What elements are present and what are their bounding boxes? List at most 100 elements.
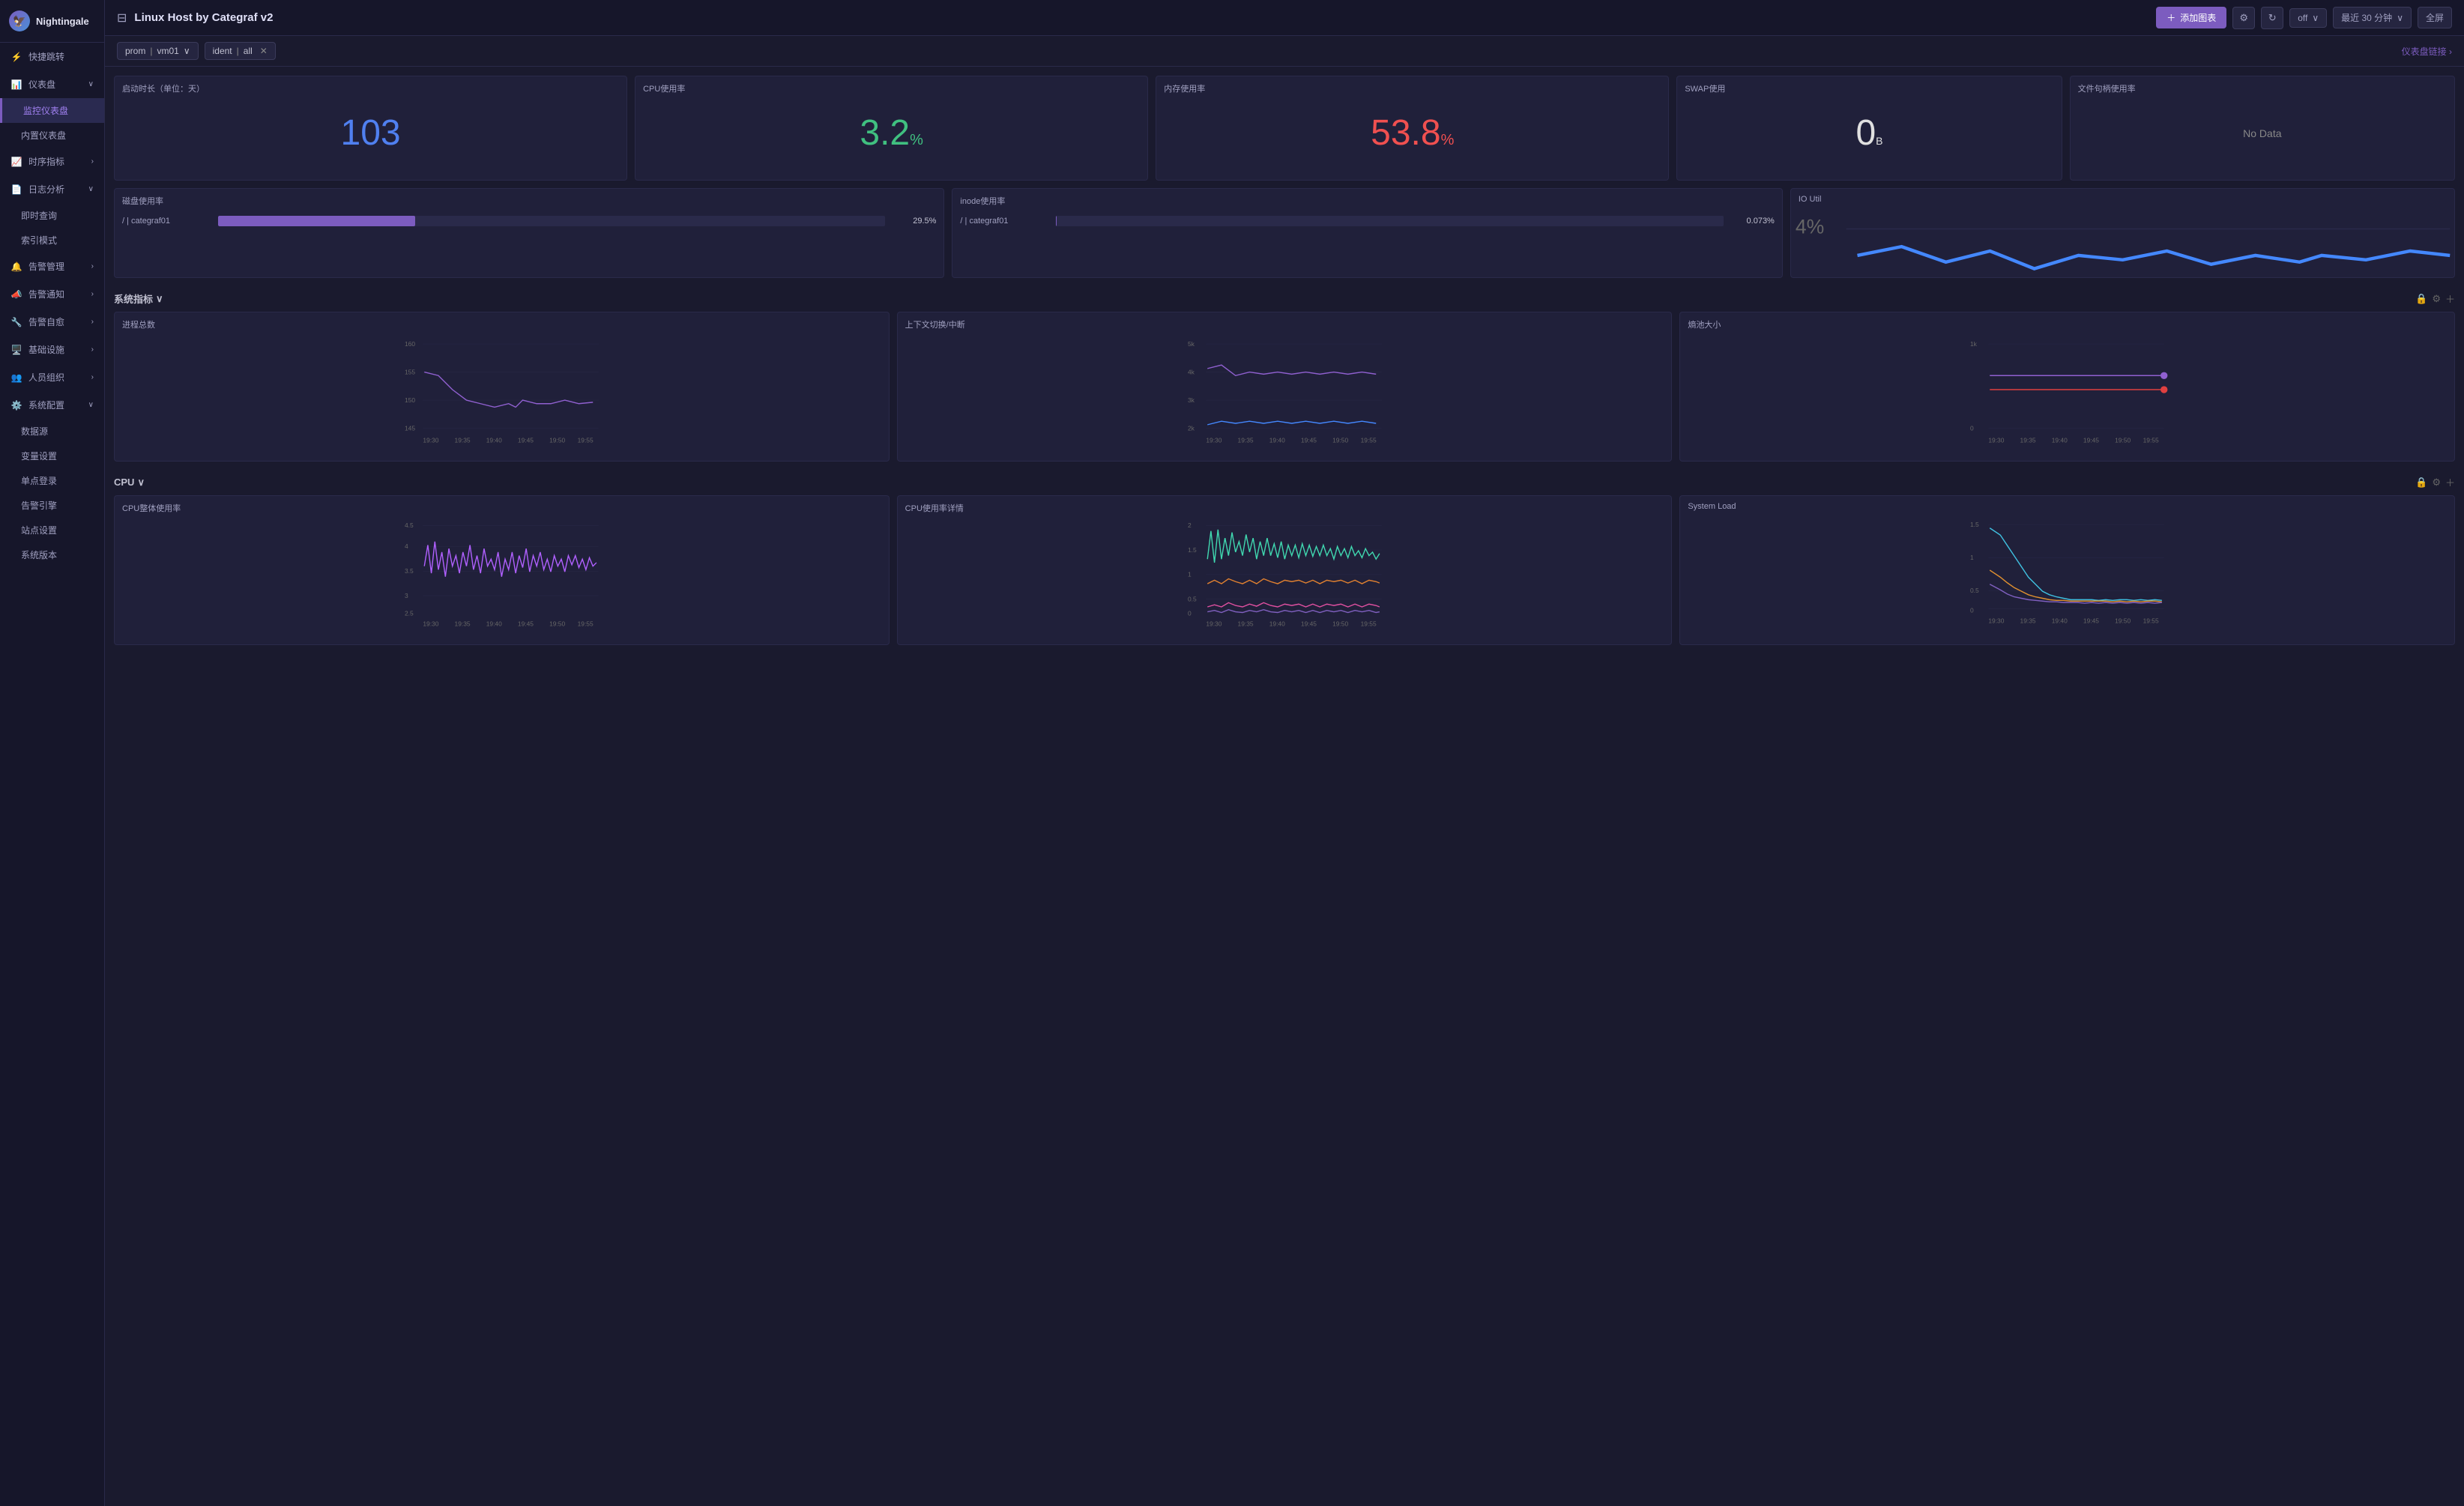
sidebar-item-system-config[interactable]: ⚙️ 系统配置 ∨ [0, 391, 104, 419]
svg-text:0: 0 [1188, 609, 1192, 617]
sidebar-sub-label: 变量设置 [21, 451, 57, 462]
cache-size-svg: 1k 0 19:30 19:35 19:40 19:45 19:50 [1680, 333, 2454, 446]
sidebar-item-instant-query[interactable]: 即时查询 [0, 203, 104, 228]
svg-text:19:30: 19:30 [1989, 617, 2005, 624]
sidebar-item-log-analysis[interactable]: 📄 日志分析 ∨ [0, 175, 104, 203]
sidebar-sub-label: 监控仪表盘 [23, 106, 68, 116]
fullscreen-button[interactable]: 全屏 [2418, 7, 2452, 28]
sidebar-item-sso[interactable]: 单点登录 [0, 468, 104, 493]
svg-text:19:45: 19:45 [2083, 617, 2099, 624]
sidebar-item-label: 仪表盘 [28, 78, 55, 91]
sidebar-item-label: 人员组织 [28, 371, 64, 384]
cpu-settings-button[interactable]: ⚙ [2432, 475, 2441, 489]
settings-button[interactable]: ⚙ [2232, 7, 2255, 29]
sidebar-item-timeseries[interactable]: 📈 时序指标 › [0, 148, 104, 175]
svg-text:19:45: 19:45 [518, 436, 534, 444]
uptime-panel: 启动时长（单位：天） 103 [114, 76, 627, 181]
chevron-down-icon[interactable]: ∨ [184, 46, 190, 56]
sidebar-item-datasource[interactable]: 数据源 [0, 419, 104, 444]
chevron-icon: › [91, 345, 94, 354]
cpu-add-button[interactable]: ＋ [2445, 475, 2455, 489]
sidebar-item-monitor-dashboard[interactable]: 监控仪表盘 [0, 98, 104, 123]
svg-text:19:50: 19:50 [2115, 617, 2131, 624]
svg-text:3: 3 [405, 592, 408, 599]
notify-icon: 📣 [10, 288, 22, 300]
process-count-panel: 进程总数 160 155 150 145 19:30 19:35 19:40 1… [114, 312, 890, 462]
sidebar-item-label: 系统配置 [28, 399, 64, 411]
svg-text:19:50: 19:50 [1332, 436, 1348, 444]
io-util-svg: 4% 2% 19:30 19:35 19:40 19:45 19:50 19 [1791, 207, 2454, 278]
chevron-down-icon: ∨ [156, 293, 163, 305]
refresh-icon: ↻ [2268, 12, 2277, 24]
svg-text:19:40: 19:40 [1269, 436, 1284, 444]
context-switch-title: 上下文切换/中断 [898, 312, 1672, 333]
time-range-button[interactable]: 最近 30 分钟 ∨ [2333, 7, 2412, 28]
self-heal-icon: 🔧 [10, 316, 22, 328]
filter-close-icon[interactable]: ✕ [260, 46, 268, 56]
sidebar-item-label: 告警自愈 [28, 315, 64, 328]
cpu-lock-button[interactable]: 🔒 [2415, 475, 2427, 489]
sidebar-item-dashboard[interactable]: 📊 仪表盘 ∨ [0, 70, 104, 98]
off-dropdown[interactable]: off ∨ [2289, 8, 2327, 28]
refresh-button[interactable]: ↻ [2261, 7, 2283, 29]
settings-icon-button[interactable]: ⚙ [2432, 291, 2441, 306]
swap-panel: SWAP使用 0B [1676, 76, 2062, 181]
inode-bar-fill [1056, 216, 1057, 226]
infra-icon: 🖥️ [10, 344, 22, 356]
sidebar-item-site-settings[interactable]: 站点设置 [0, 518, 104, 542]
svg-text:19:55: 19:55 [1360, 436, 1376, 444]
svg-text:19:50: 19:50 [549, 620, 565, 627]
sidebar-item-alert-notify[interactable]: 📣 告警通知 › [0, 280, 104, 308]
system-charts-row: 进程总数 160 155 150 145 19:30 19:35 19:40 1… [114, 312, 2455, 462]
sidebar-item-quick-jump[interactable]: ⚡ 快捷跳转 [0, 43, 104, 70]
dashboard-nav-icon: ⊟ [117, 10, 127, 25]
svg-text:4%: 4% [1796, 215, 1824, 238]
sidebar-item-builtin-dashboard[interactable]: 内置仪表盘 [0, 123, 104, 148]
sidebar-item-alert-trigger[interactable]: 告警引擎 [0, 493, 104, 518]
dashboard-icon: 📊 [10, 79, 22, 91]
topbar: ⊟ Linux Host by Categraf v2 ＋ 添加图表 ⚙ ↻ o… [105, 0, 2464, 36]
system-indicators-title[interactable]: 系统指标 ∨ [114, 291, 163, 306]
sidebar-item-label: 快捷跳转 [28, 50, 64, 63]
sidebar-item-infra[interactable]: 🖥️ 基础设施 › [0, 336, 104, 363]
cpu-overall-title: CPU整体使用率 [115, 496, 889, 517]
cpu-usage-title: CPU使用率 [635, 76, 1147, 97]
svg-text:19:50: 19:50 [549, 436, 565, 444]
chevron-down-icon: ∨ [137, 477, 145, 489]
alert-icon: 🔔 [10, 261, 22, 273]
file-handles-panel: 文件句柄使用率 No Data [2070, 76, 2455, 181]
io-util-panel: IO Util 4% 2% 19:30 19:35 19: [1790, 188, 2455, 278]
add-section-button[interactable]: ＋ [2445, 291, 2455, 306]
sidebar-item-org[interactable]: 👥 人员组织 › [0, 363, 104, 391]
sidebar-item-index-mode[interactable]: 索引模式 [0, 228, 104, 252]
cache-size-panel: 熵池大小 1k 0 19:30 19:35 19:40 19:4 [1679, 312, 2455, 462]
sidebar-item-alert-mgmt[interactable]: 🔔 告警管理 › [0, 252, 104, 280]
svg-text:19:30: 19:30 [1206, 436, 1222, 444]
cpu-overall-svg: 4.5 4 3.5 3 2.5 19:30 19:35 19:40 19:45 … [115, 517, 889, 629]
context-switch-panel: 上下文切换/中断 5k 4k 3k 2k 19:30 19:35 [897, 312, 1673, 462]
svg-text:160: 160 [405, 340, 415, 348]
cpu-section-title[interactable]: CPU ∨ [114, 477, 145, 489]
inode-label: / | categraf01 [960, 217, 1050, 226]
lock-icon-button[interactable]: 🔒 [2415, 291, 2427, 306]
inode-title: inode使用率 [952, 189, 1781, 210]
org-icon: 👥 [10, 372, 22, 384]
topbar-left: ⊟ Linux Host by Categraf v2 [117, 10, 273, 25]
io-util-chart: 4% 2% 19:30 19:35 19:40 19:45 19:50 19 [1791, 207, 2454, 278]
cpu-overall-panel: CPU整体使用率 4.5 4 3.5 3 2.5 19:30 19:35 19:… [114, 495, 890, 645]
uptime-value: 103 [115, 97, 626, 169]
context-switch-svg: 5k 4k 3k 2k 19:30 19:35 19:40 19:45 [898, 333, 1672, 446]
timeseries-icon: 📈 [10, 156, 22, 168]
svg-text:19:35: 19:35 [2020, 617, 2036, 624]
svg-text:19:35: 19:35 [455, 620, 471, 627]
chevron-down-icon: ∨ [88, 80, 94, 88]
sidebar-item-alert-self[interactable]: 🔧 告警自愈 › [0, 308, 104, 336]
sidebar-item-system-version[interactable]: 系统版本 [0, 542, 104, 567]
page-title: Linux Host by Categraf v2 [134, 11, 273, 24]
sidebar-item-variable-settings[interactable]: 变量设置 [0, 444, 104, 468]
svg-text:19:50: 19:50 [2115, 436, 2131, 444]
process-count-title: 进程总数 [115, 312, 889, 333]
process-count-svg: 160 155 150 145 19:30 19:35 19:40 19:45 … [115, 333, 889, 446]
dashboard-link[interactable]: 仪表盘链接 › [2402, 45, 2452, 58]
add-chart-button[interactable]: ＋ 添加图表 [2156, 7, 2226, 28]
